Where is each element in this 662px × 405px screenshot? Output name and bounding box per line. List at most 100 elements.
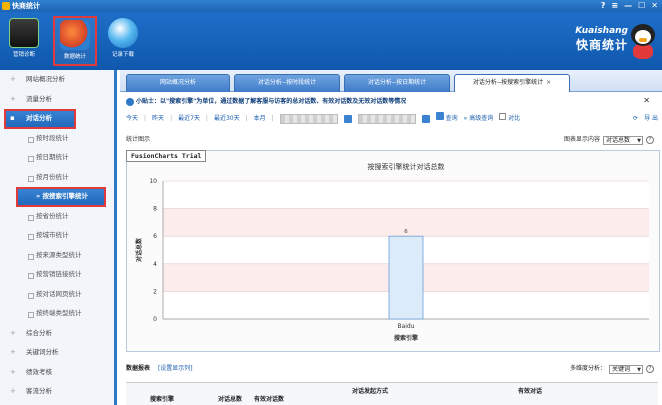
sidebar-sub-by-city[interactable]: 按城市统计 — [0, 226, 114, 246]
close-icon[interactable]: ✕ — [651, 0, 658, 12]
dimension-select[interactable]: 关键词 — [608, 364, 643, 374]
y-axis-label: 对话总数 — [135, 237, 143, 262]
title-bar: 快商统计 ? ≡ — ☐ ✕ — [0, 0, 662, 12]
sidebar-sub-by-month[interactable]: 按月份统计 — [0, 168, 114, 188]
calendar-icon[interactable] — [343, 115, 352, 123]
start-date-input[interactable] — [279, 114, 338, 124]
column-header[interactable]: 对话发起方式 — [352, 386, 388, 395]
advanced-query-label: 高级查询 — [469, 115, 494, 122]
checkbox-icon — [499, 113, 507, 120]
tab-close-icon[interactable]: × — [546, 79, 551, 86]
header-toolbar: 营销诊断 数据统计 记录下载 Kuaishang 快商统计 — [0, 12, 662, 70]
sidebar-sub-by-terminal[interactable]: 按终端类型统计 — [0, 304, 114, 324]
column-header[interactable]: 搜索引擎 — [150, 394, 174, 403]
sidebar-sub-label: 按城市统计 — [36, 231, 69, 239]
sidebar-item-site-overview[interactable]: + 网站概况分析 — [0, 70, 114, 90]
compare-label: 对比 — [508, 115, 521, 122]
sidebar-item-label: 流量分析 — [26, 94, 52, 103]
tab-label: 对话分析--按日期统计 — [367, 79, 427, 86]
sidebar-item-keywords[interactable]: + 关键词分析 — [0, 343, 114, 363]
help-icon[interactable]: ? — [601, 0, 606, 12]
sidebar-item-performance[interactable]: + 绩效考核 — [0, 363, 114, 383]
menu-icon[interactable]: ≡ — [611, 0, 618, 12]
y-tick-label: 0 — [153, 316, 157, 323]
statistics-icon — [60, 20, 90, 50]
toolbar-button-statistics[interactable]: 数据统计 — [53, 16, 97, 66]
report-title: 数据报表 — [126, 365, 151, 372]
sidebar-item-label: 对话分析 — [26, 114, 52, 122]
sidebar-group-dialog-analysis[interactable]: ▪ 对话分析 — [4, 109, 76, 129]
globe-icon — [108, 18, 138, 48]
filter-this-month[interactable]: 本月 — [254, 112, 266, 126]
tab-by-hour[interactable]: 对话分析--按时段统计 — [234, 74, 340, 92]
tab-by-search-engine[interactable]: 对话分析--按搜索引擎统计 × — [454, 74, 570, 92]
y-tick-label: 10 — [149, 178, 157, 185]
chart-bar — [388, 235, 424, 320]
filter-last-30-days[interactable]: 最近30天 — [214, 112, 240, 126]
sidebar-item-visitor-flow[interactable]: + 客流分析 — [0, 382, 114, 402]
chart-watermark: FusionCharts Trial — [126, 150, 207, 162]
query-label: 查询 — [445, 115, 458, 122]
info-icon — [126, 98, 134, 106]
expand-icon: + — [10, 367, 16, 376]
sidebar: + 网站概况分析 + 流量分析 ▪ 对话分析 按时段统计 按日期统计 按月份统计 » … — [0, 70, 117, 405]
tab-label: 对话分析--按搜索引擎统计 — [472, 79, 544, 86]
window-title: 快商统计 — [12, 2, 40, 10]
y-tick-label: 2 — [153, 288, 157, 295]
sidebar-item-comprehensive[interactable]: + 综合分析 — [0, 324, 114, 344]
end-date-input[interactable] — [357, 114, 416, 124]
sidebar-sub-label: 按对话网页统计 — [36, 289, 82, 298]
sidebar-sub-label: 按月份统计 — [36, 172, 69, 181]
tab-strip: 网站概况分析 对话分析--按时段统计 对话分析--按日期统计 对话分析--按搜索… — [120, 70, 662, 92]
sidebar-sub-label: 按日期统计 — [36, 153, 69, 161]
chart-section-header: 统计图示 图表显示内容 对话总数 ? — [126, 134, 658, 146]
filter-today[interactable]: 今天 — [126, 112, 138, 126]
advanced-query-button[interactable]: » 高级查询 — [464, 112, 494, 126]
sidebar-item-label: 客流分析 — [26, 387, 52, 395]
chart-section-title: 统计图示 — [126, 136, 151, 143]
toolbar-button-diagnosis[interactable]: 营销诊断 — [2, 16, 46, 66]
window-controls: ? ≡ — ☐ ✕ — [601, 0, 658, 12]
sidebar-sub-by-dialog-page[interactable]: 按对话网页统计 — [0, 285, 114, 305]
sidebar-sub-by-source-type[interactable]: 按来源类型统计 — [0, 246, 114, 266]
query-button[interactable]: 查询 — [435, 112, 458, 126]
sidebar-sub-label: 按来源类型统计 — [36, 250, 82, 259]
sidebar-sub-by-marketing-link[interactable]: 按营销链接统计 — [0, 265, 114, 285]
tab-site-overview[interactable]: 网站概况分析 — [126, 74, 230, 92]
expand-icon: + — [10, 387, 16, 395]
export-button[interactable]: 导 出 — [644, 112, 658, 126]
calendar-icon[interactable] — [421, 115, 430, 123]
toolbar-button-download[interactable]: 记录下载 — [101, 16, 145, 66]
app-logo-icon — [2, 2, 10, 10]
help-icon[interactable]: ? — [646, 136, 654, 144]
sidebar-sub-by-province[interactable]: 按省份统计 — [0, 207, 114, 227]
column-header[interactable]: 有效对话数 — [254, 394, 284, 403]
help-icon[interactable]: ? — [646, 365, 654, 373]
search-icon — [435, 112, 444, 120]
sidebar-sub-label: 按省份统计 — [36, 211, 69, 220]
column-header[interactable]: 有效对话 — [518, 386, 542, 395]
sidebar-sub-label: 按营销链接统计 — [36, 270, 82, 278]
sidebar-item-traffic[interactable]: + 流量分析 — [0, 90, 114, 110]
minimize-icon[interactable]: — — [624, 0, 632, 12]
column-settings-link[interactable]: [设置显示列] — [158, 365, 193, 372]
sidebar-sub-by-search-engine[interactable]: » 按搜索引擎统计 — [16, 187, 106, 207]
brand-name-cn: 快商统计 — [575, 38, 628, 52]
expand-icon: + — [10, 75, 16, 83]
filter-last-7-days[interactable]: 最近7天 — [178, 112, 200, 126]
compare-checkbox[interactable]: 对比 — [499, 112, 520, 126]
sidebar-sub-by-date[interactable]: 按日期统计 — [0, 148, 114, 168]
y-tick-label: 4 — [153, 261, 157, 268]
column-header[interactable]: 对话总数 — [218, 394, 242, 403]
filter-yesterday[interactable]: 昨天 — [152, 112, 164, 126]
tip-close-icon[interactable]: ✕ — [643, 96, 650, 105]
dimension-label: 多维度分析： — [569, 365, 606, 372]
tab-by-date[interactable]: 对话分析--按日期统计 — [344, 74, 450, 92]
chart-content-select[interactable]: 对话总数 — [602, 135, 643, 145]
maximize-icon[interactable]: ☐ — [638, 0, 645, 12]
tab-label: 网站概况分析 — [159, 79, 196, 86]
chart-grid-band — [163, 181, 649, 209]
refresh-icon[interactable]: ⟳ — [633, 112, 638, 126]
sidebar-sub-by-hour[interactable]: 按时段统计 — [0, 129, 114, 149]
toolbar-label: 营销诊断 — [12, 52, 35, 58]
